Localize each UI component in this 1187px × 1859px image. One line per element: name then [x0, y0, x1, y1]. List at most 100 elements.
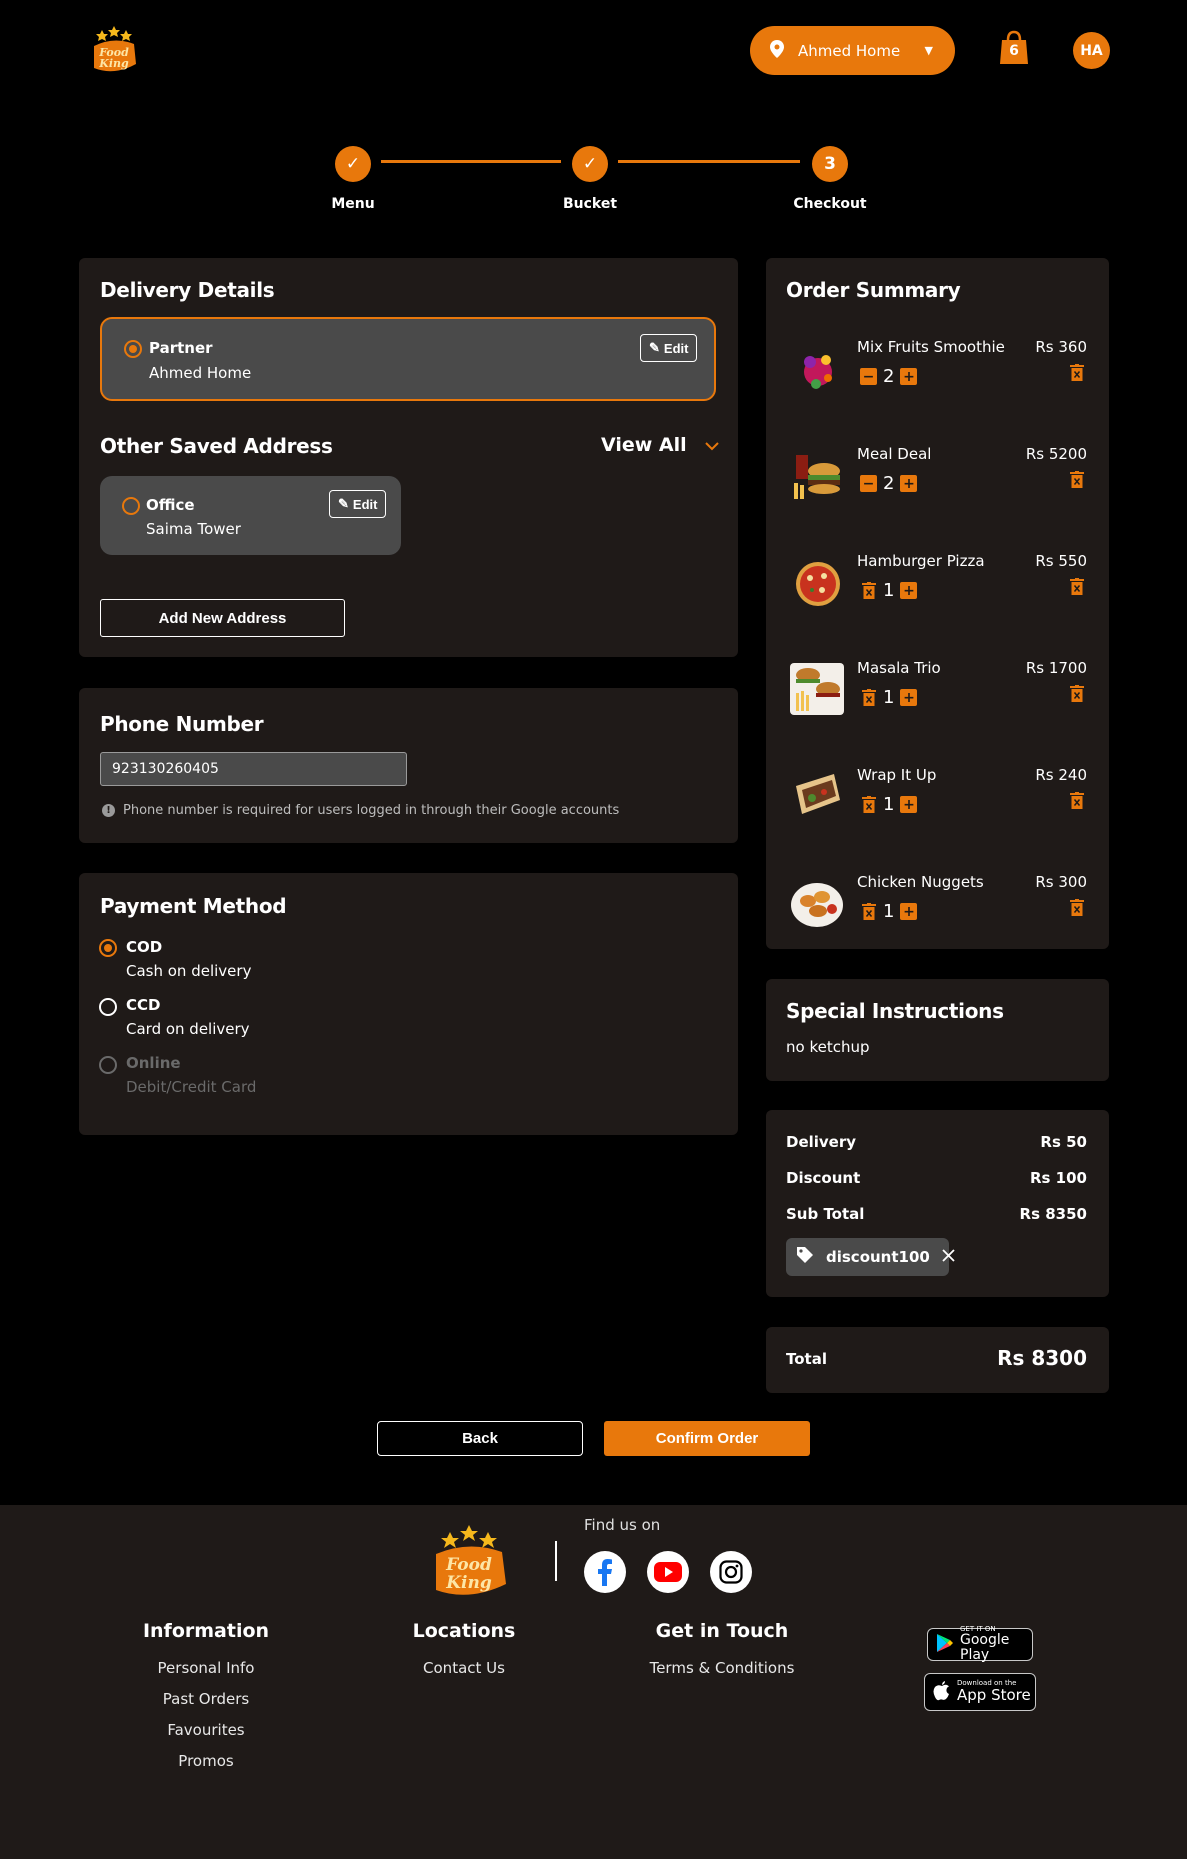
- minus-icon[interactable]: −: [860, 368, 877, 385]
- footer-link-personal-info[interactable]: Personal Info: [96, 1659, 316, 1677]
- discount-row: Discount Rs 100: [786, 1169, 1087, 1187]
- trash-icon[interactable]: [860, 689, 877, 706]
- view-all-toggle[interactable]: View All: [601, 434, 719, 456]
- find-us-label: Find us on: [584, 1516, 661, 1534]
- trash-icon[interactable]: [860, 796, 877, 813]
- footer-heading-locations: Locations: [412, 1620, 516, 1642]
- add-new-address-button[interactable]: Add New Address: [100, 599, 345, 637]
- footer-link-past-orders[interactable]: Past Orders: [96, 1690, 316, 1708]
- quantity-stepper: 1 +: [860, 901, 918, 922]
- remove-item-trash-icon[interactable]: [1070, 792, 1084, 809]
- footer-link-favourites[interactable]: Favourites: [96, 1721, 316, 1739]
- step-label-menu: Menu: [331, 196, 375, 212]
- remove-item-trash-icon[interactable]: [1070, 364, 1084, 381]
- address-radio-selected[interactable]: [124, 340, 142, 358]
- map-pin-icon: [770, 39, 784, 62]
- apple-icon: [933, 1680, 951, 1705]
- coupon-code: discount100: [826, 1248, 930, 1266]
- address-type: Office: [146, 496, 195, 514]
- payment-code-online: Online: [126, 1054, 181, 1072]
- discount-value: Rs 100: [1029, 1169, 1087, 1187]
- plus-icon[interactable]: +: [900, 475, 918, 492]
- delivery-details-title: Delivery Details: [100, 278, 275, 302]
- selected-address-card[interactable]: [100, 317, 716, 401]
- item-price: Rs 360: [1035, 338, 1087, 356]
- total-label: Total: [786, 1350, 827, 1368]
- item-name: Mix Fruits Smoothie: [857, 338, 1005, 356]
- remove-item-trash-icon[interactable]: [1070, 685, 1084, 702]
- plus-icon[interactable]: +: [900, 689, 918, 706]
- plus-icon[interactable]: +: [900, 582, 918, 599]
- footer-link-terms[interactable]: Terms & Conditions: [612, 1659, 832, 1677]
- edit-selected-address-button[interactable]: ✎ Edit: [640, 334, 698, 362]
- item-qty: 1: [883, 687, 895, 708]
- trash-icon[interactable]: [860, 903, 877, 920]
- step-bucket-check[interactable]: ✓: [572, 146, 608, 182]
- google-play-badge[interactable]: GET IT ON Google Play: [927, 1625, 1033, 1663]
- footer-heading-information: Information: [142, 1620, 270, 1642]
- remove-coupon-close-icon[interactable]: [942, 1248, 955, 1266]
- order-summary-title: Order Summary: [786, 278, 961, 302]
- step-label-bucket: Bucket: [562, 196, 618, 212]
- item-qty: 1: [883, 901, 895, 922]
- remove-item-trash-icon[interactable]: [1070, 578, 1084, 595]
- stepper-line-2: [618, 160, 800, 163]
- phone-number-input[interactable]: [100, 752, 407, 786]
- facebook-icon[interactable]: [584, 1551, 626, 1593]
- plus-icon[interactable]: +: [900, 796, 918, 813]
- address-radio-office[interactable]: [122, 497, 140, 515]
- payment-code-cod: COD: [126, 938, 163, 956]
- quantity-stepper: 1 +: [860, 687, 918, 708]
- phone-number-title: Phone Number: [100, 712, 264, 736]
- item-name: Masala Trio: [857, 659, 941, 677]
- payment-desc-online: Debit/Credit Card: [126, 1078, 257, 1096]
- location-selector[interactable]: Ahmed Home ▼: [750, 26, 955, 75]
- address-type: Partner: [149, 339, 213, 357]
- item-qty: 1: [883, 580, 895, 601]
- edit-office-address-button[interactable]: ✎ Edit: [329, 490, 387, 518]
- stepper-line-1: [381, 160, 561, 163]
- info-icon: !: [102, 804, 115, 817]
- svg-text:King: King: [445, 1573, 492, 1593]
- youtube-icon[interactable]: [647, 1551, 689, 1593]
- item-qty: 2: [883, 366, 895, 387]
- payment-radio-cod[interactable]: [99, 939, 117, 957]
- footer-heading-get-in-touch: Get in Touch: [655, 1620, 789, 1642]
- item-image-wrap: [788, 766, 846, 824]
- discount-label: Discount: [786, 1169, 861, 1187]
- instagram-icon[interactable]: [710, 1551, 752, 1593]
- user-avatar[interactable]: HA: [1073, 32, 1110, 69]
- phone-hint: ! Phone number is required for users log…: [102, 803, 619, 818]
- footer-link-promos[interactable]: Promos: [96, 1752, 316, 1770]
- remove-item-trash-icon[interactable]: [1070, 899, 1084, 916]
- coupon-chip: discount100: [786, 1238, 955, 1276]
- google-play-icon: [936, 1633, 954, 1657]
- trash-icon[interactable]: [860, 582, 877, 599]
- step-menu-check[interactable]: ✓: [335, 146, 371, 182]
- footer-logo[interactable]: Food King: [428, 1522, 510, 1600]
- delivery-fee-row: Delivery Rs 50: [786, 1133, 1087, 1151]
- tag-icon: [796, 1246, 814, 1268]
- subtotal-value: Rs 8350: [1019, 1205, 1087, 1223]
- item-price: Rs 300: [1035, 873, 1087, 891]
- food-king-logo[interactable]: Food King: [88, 24, 140, 76]
- plus-icon[interactable]: +: [900, 903, 918, 920]
- item-name: Meal Deal: [857, 445, 932, 463]
- other-saved-address-title: Other Saved Address: [100, 434, 333, 458]
- address-name: Saima Tower: [146, 520, 241, 538]
- plus-icon[interactable]: +: [900, 368, 918, 385]
- item-price: Rs 240: [1035, 766, 1087, 784]
- footer-link-contact-us[interactable]: Contact Us: [354, 1659, 574, 1677]
- confirm-order-button[interactable]: Confirm Order: [604, 1421, 810, 1456]
- minus-icon[interactable]: −: [860, 475, 877, 492]
- back-button[interactable]: Back: [377, 1421, 583, 1456]
- pencil-icon: ✎: [649, 340, 660, 355]
- item-name: Wrap It Up: [857, 766, 937, 784]
- footer-divider: [555, 1541, 557, 1581]
- payment-radio-ccd[interactable]: [99, 998, 117, 1016]
- app-store-badge[interactable]: Download on the App Store: [924, 1673, 1036, 1711]
- remove-item-trash-icon[interactable]: [1070, 471, 1084, 488]
- cart-bag-icon[interactable]: 6: [998, 30, 1030, 66]
- item-qty: 2: [883, 473, 895, 494]
- item-price: Rs 1700: [1025, 659, 1087, 677]
